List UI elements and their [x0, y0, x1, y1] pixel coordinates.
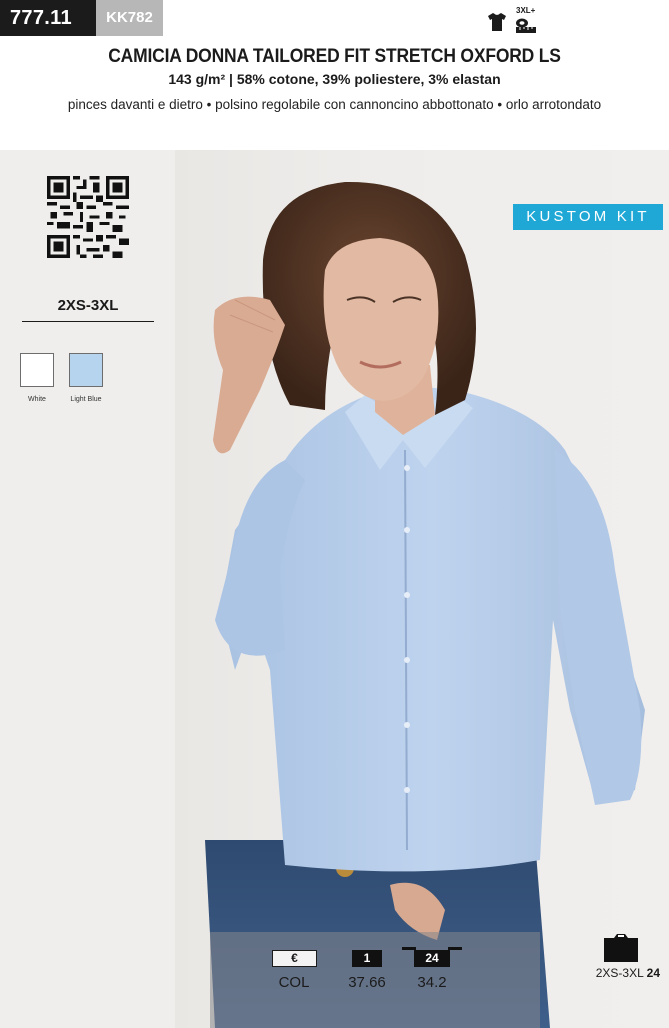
qty-24-label: 24: [414, 950, 450, 967]
measuring-tape-icon: [516, 18, 536, 33]
size-3xl-badge-icon: 3XL+: [513, 6, 539, 36]
product-photo: [175, 150, 669, 1028]
model-illustration: [205, 181, 645, 1028]
packaging-info: 2XS-3XL 24: [560, 966, 660, 980]
brand-logo: KUSTOM KIT: [513, 204, 663, 230]
price-qty-1: 37.66: [348, 974, 386, 991]
col-label: COL: [278, 974, 310, 991]
divider: [22, 321, 154, 322]
header-icons: 3XL+: [487, 6, 539, 36]
price-qty-24: 34.2: [417, 974, 447, 991]
sidebar: 2XS-3XL White Light Blue: [0, 150, 175, 1028]
color-swatch-light-blue[interactable]: [69, 353, 103, 387]
supplier-code: KK782: [96, 0, 163, 36]
product-header: 777.11 KK782 3XL+ CAMICIA DONNA TAILORED…: [0, 0, 669, 150]
size-range: 2XS-3XL: [57, 297, 119, 314]
product-composition: 143 g/m² | 58% cotone, 39% poliestere, 3…: [168, 71, 501, 87]
badge-3xl-text: 3XL+: [516, 6, 536, 15]
packaging-qty: 24: [646, 966, 660, 980]
product-title: CAMICIA DONNA TAILORED FIT STRETCH OXFOR…: [108, 46, 561, 67]
currency-label: €: [272, 950, 317, 967]
tshirt-icon: [488, 13, 506, 31]
color-label-light-blue: Light Blue: [70, 396, 102, 403]
color-swatch-white[interactable]: [20, 353, 54, 387]
packaging-sizes: 2XS-3XL: [595, 966, 647, 980]
qr-code-icon[interactable]: [47, 176, 129, 258]
carton-box-icon: [604, 934, 638, 962]
color-label-white: White: [28, 396, 46, 403]
product-features: pinces davanti e dietro • polsino regola…: [67, 97, 602, 112]
qty-bracket-right: [448, 947, 462, 950]
catalog-code: 777.11: [0, 0, 96, 36]
qty-1-label: 1: [352, 950, 382, 967]
qty-24-tier: 24: [402, 945, 462, 967]
